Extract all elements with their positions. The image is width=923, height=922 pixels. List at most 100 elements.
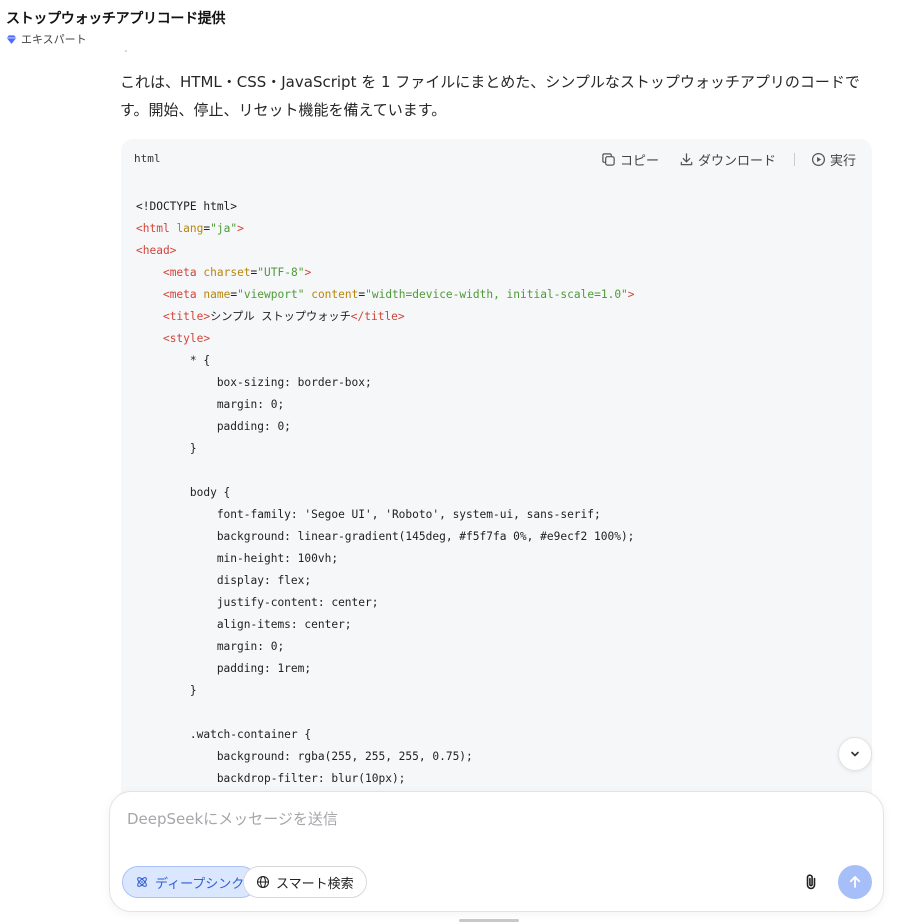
code-line: <head> [136,240,635,262]
code-line: margin: 0; [136,394,635,416]
paperclip-icon[interactable] [801,872,821,892]
footer-disclaimer [459,916,539,922]
divider-dot [125,50,127,52]
deepthink-label: ディープシンク [155,876,245,892]
code-token: charset [203,266,251,279]
code-token: <style> [162,332,211,345]
code-token: } [136,442,197,455]
code-line: <style> [136,328,635,350]
code-line: justify-content: center; [136,592,635,614]
code-token: } [136,684,197,697]
code-token: content [311,288,359,301]
code-token: margin: 0; [136,640,285,653]
code-content: <!DOCTYPE html> <html lang="ja"> <head> <m… [136,196,635,790]
code-line: * { [136,350,635,372]
code-line: backdrop-filter: blur(10px); [136,768,635,790]
copy-label: コピー [619,154,659,169]
code-line: font-family: 'Segoe UI', 'Roboto', syste… [136,504,635,526]
code-token: .watch-container { [136,728,312,741]
code-token: backdrop-filter: blur(10px); [136,772,406,785]
deepthink-toggle[interactable]: ディープシンク [122,866,258,898]
code-block-header: html コピー ダウンロード 実行 [121,139,872,179]
code-token: * { [136,354,211,367]
code-token: padding: 0; [136,420,291,433]
code-token: </title> [350,310,405,323]
assistant-message-text: これは、HTML・CSS・JavaScript を 1 ファイルにまとめた、シン… [120,73,860,119]
code-token: name [203,288,231,301]
diamond-icon [6,34,17,44]
atom-icon [137,877,147,887]
download-button[interactable]: ダウンロード [679,150,776,169]
code-token: margin: 0; [136,398,285,411]
code-line: margin: 0; [136,636,635,658]
code-token: > [304,266,312,279]
code-line: display: flex; [136,570,635,592]
code-line: <meta charset="UTF-8"> [136,262,635,284]
code-token: <meta [162,266,197,279]
code-token: <head> [136,244,177,257]
code-token: "UTF-8" [257,266,305,279]
code-token: padding: 1rem; [136,662,312,675]
code-token: display: flex; [136,574,312,587]
code-line: background: rgba(255, 255, 255, 0.75); [136,746,635,768]
code-token: シンプル ストップウォッチ [210,310,351,323]
chevron-down-icon [851,751,859,757]
code-block: html コピー ダウンロード 実行 <!DOCTYPE html> <html… [121,139,872,809]
code-line: background: linear-gradient(145deg, #f5f… [136,526,635,548]
download-label: ダウンロード [697,154,776,169]
code-token: align-items: center; [136,618,352,631]
run-label: 実行 [829,154,856,169]
code-token: <meta [162,288,197,301]
code-token: font-family: 'Segoe UI', 'Roboto', syste… [136,508,601,521]
code-language-label: html [134,152,161,165]
code-line: min-height: 100vh; [136,548,635,570]
code-line: } [136,680,635,702]
code-token: <!DOCTYPE html> [136,200,238,213]
code-actions: コピー ダウンロード 実行 [601,150,856,169]
code-line: body { [136,482,635,504]
code-line: padding: 1rem; [136,658,635,680]
code-line: <!DOCTYPE html> [136,196,635,218]
copy-button[interactable]: コピー [601,150,659,169]
expert-badge-label: エキスパート [21,33,87,46]
code-token: "width=device-width, initial-scale=1.0" [365,288,628,301]
message-composer: DeepSeekにメッセージを送信 ディープシンク スマート検索 [109,791,884,912]
code-line: <meta name="viewport" content="width=dev… [136,284,635,306]
code-token: justify-content: center; [136,596,379,609]
code-token: box-sizing: border-box; [136,376,372,389]
code-token: > [237,222,244,235]
chat-header: ストップウォッチアプリコード提供 エキスパート [6,8,226,47]
code-token: <html [136,222,170,235]
code-token: body { [136,486,231,499]
globe-icon [256,875,270,889]
code-line: <html lang="ja"> [136,218,635,240]
code-line: <title>シンプル ストップウォッチ</title> [136,306,635,328]
copy-icon [602,153,615,166]
code-line: box-sizing: border-box; [136,372,635,394]
code-token: lang [176,222,204,235]
message-input[interactable]: DeepSeekにメッセージを送信 [127,808,338,829]
play-circle-icon [811,152,826,167]
smart-search-label: スマート検索 [276,876,354,892]
code-token: "viewport" [237,288,305,301]
arrow-up-icon [849,876,861,888]
code-token: background: rgba(255, 255, 255, 0.75); [136,750,473,763]
code-line: } [136,438,635,460]
actions-divider [793,153,795,166]
run-button[interactable]: 実行 [811,150,856,169]
code-line: padding: 0; [136,416,635,438]
send-button[interactable] [838,865,872,899]
download-icon [680,153,693,166]
scroll-to-bottom-button[interactable] [838,737,872,771]
code-line: .watch-container { [136,724,635,746]
code-token: "ja" [210,222,238,235]
smart-search-toggle[interactable]: スマート検索 [243,866,367,898]
code-line: align-items: center; [136,614,635,636]
code-token: min-height: 100vh; [136,552,339,565]
